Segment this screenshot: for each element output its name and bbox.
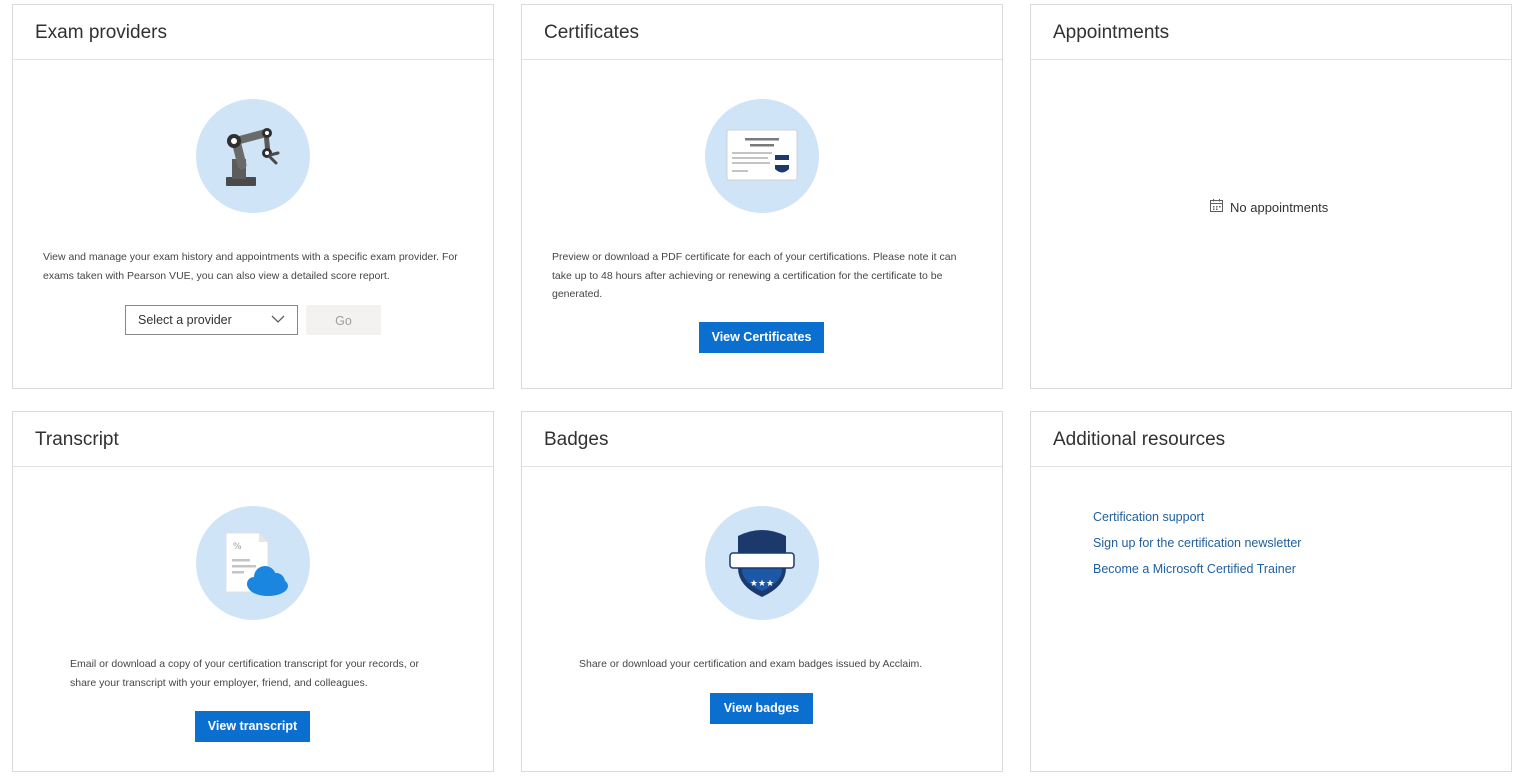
badges-title: Badges xyxy=(522,412,1002,467)
chevron-down-icon xyxy=(271,315,285,323)
appointments-title: Appointments xyxy=(1031,5,1511,60)
additional-resources-card: Additional resources Certification suppo… xyxy=(1030,411,1512,772)
certificates-card: Certificates Preview or download a PDF c… xyxy=(521,4,1003,389)
badge-shield-icon: ★★★ xyxy=(705,506,819,620)
no-appointments-text: No appointments xyxy=(1230,200,1329,215)
calendar-icon xyxy=(1210,199,1223,212)
provider-select-value: Select a provider xyxy=(138,313,232,327)
certificates-description: Preview or download a PDF certificate fo… xyxy=(552,251,957,300)
svg-text:★★★: ★★★ xyxy=(750,579,774,589)
svg-text:%: % xyxy=(233,542,242,552)
transcript-title: Transcript xyxy=(13,412,493,467)
badges-card: Badges ★★★ Share or download your certif… xyxy=(521,411,1003,772)
exam-providers-card: Exam providers View and manage your exam… xyxy=(12,4,494,389)
certified-trainer-link[interactable]: Become a Microsoft Certified Trainer xyxy=(1093,562,1296,576)
exam-providers-description: View and manage your exam history and ap… xyxy=(43,251,458,282)
badges-description: Share or download your certification and… xyxy=(579,658,923,670)
certificate-icon xyxy=(705,99,819,213)
certificates-title: Certificates xyxy=(522,5,1002,60)
newsletter-signup-link[interactable]: Sign up for the certification newsletter xyxy=(1093,536,1301,550)
transcript-card: Transcript % Email or download a copy of… xyxy=(12,411,494,772)
view-certificates-button[interactable]: View Certificates xyxy=(699,322,824,353)
certification-support-link[interactable]: Certification support xyxy=(1093,510,1204,524)
go-button[interactable]: Go xyxy=(306,305,381,335)
exam-providers-title: Exam providers xyxy=(13,5,493,60)
view-badges-button[interactable]: View badges xyxy=(710,693,813,724)
transcript-description: Email or download a copy of your certifi… xyxy=(70,658,419,689)
appointments-card: Appointments No appointments xyxy=(1030,4,1512,389)
view-transcript-button[interactable]: View transcript xyxy=(195,711,310,742)
additional-resources-title: Additional resources xyxy=(1031,412,1511,467)
provider-select[interactable]: Select a provider xyxy=(125,305,298,335)
transcript-cloud-icon: % xyxy=(196,506,310,620)
robot-arm-icon xyxy=(196,99,310,213)
